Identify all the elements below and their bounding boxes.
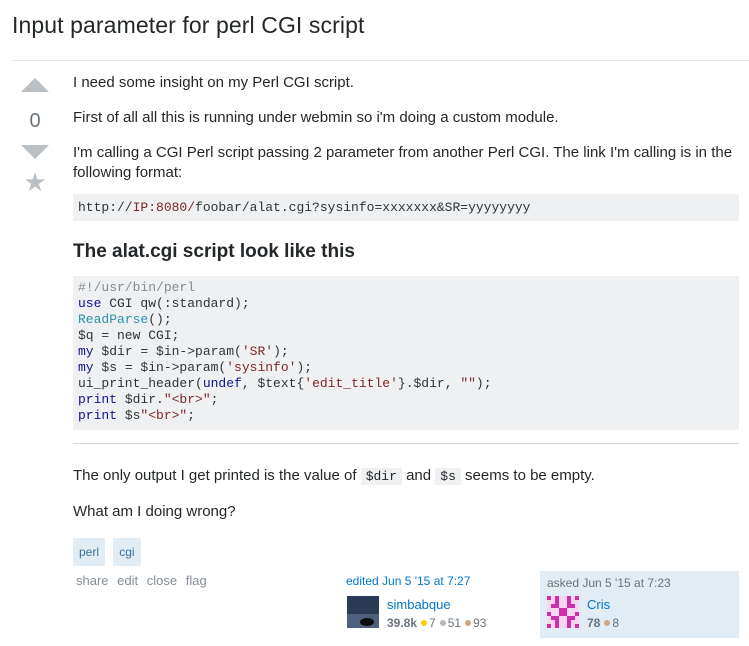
edit-link[interactable]: edit (117, 573, 138, 588)
asked-signature: asked Jun 5 '15 at 7:23 Cris 78 8 (540, 571, 739, 638)
body-paragraph: I'm calling a CGI Perl script passing 2 … (73, 144, 733, 181)
gold-badge-icon (421, 620, 428, 627)
upvote-arrow-icon[interactable] (21, 78, 49, 92)
vote-count: 0 (29, 110, 41, 132)
tag-perl[interactable]: perl (73, 538, 106, 566)
silver-badge-icon (439, 620, 446, 627)
bronze-badge-icon (465, 620, 472, 627)
body-paragraph: First of all all this is running under w… (73, 109, 559, 126)
tag-list: perl cgi (73, 538, 739, 566)
editor-avatar[interactable] (347, 596, 379, 628)
editor-name[interactable]: simbabque (387, 597, 451, 612)
editor-reputation: 39.8k 7 51 93 (387, 616, 487, 630)
asker-name[interactable]: Cris (587, 597, 610, 612)
edited-timestamp[interactable]: edited Jun 5 '15 at 7:27 (346, 574, 526, 588)
bronze-badge-icon (604, 620, 611, 627)
title-divider (12, 60, 749, 61)
post-menu: share edit close flag (76, 573, 212, 588)
question-title[interactable]: Input parameter for perl CGI script (12, 12, 364, 39)
body-paragraph: What am I doing wrong? (73, 503, 236, 520)
downvote-arrow-icon[interactable] (21, 145, 49, 159)
share-link[interactable]: share (76, 573, 109, 588)
question-body: I need some insight on my Perl CGI scrip… (73, 73, 739, 566)
body-paragraph: I need some insight on my Perl CGI scrip… (73, 74, 354, 91)
asker-avatar[interactable] (547, 596, 579, 628)
perl-code-block: #!/usr/bin/perl use CGI qw(:standard); R… (73, 276, 739, 430)
flag-link[interactable]: flag (186, 573, 207, 588)
vote-cell: 0 ★ (12, 72, 58, 195)
tag-cgi[interactable]: cgi (113, 538, 141, 566)
inline-code: $dir (360, 468, 402, 485)
inline-code: $s (435, 468, 461, 485)
close-link[interactable]: close (147, 573, 177, 588)
url-code-block: http://IP:8080/foobar/alat.cgi?sysinfo=x… (73, 194, 739, 221)
body-paragraph: The only output I get printed is the val… (73, 467, 595, 485)
body-heading: The alat.cgi script look like this (73, 241, 355, 262)
asker-reputation: 78 8 (587, 616, 620, 630)
asked-timestamp: asked Jun 5 '15 at 7:23 (547, 576, 671, 590)
edited-signature: edited Jun 5 '15 at 7:27 simbabque 39.8k… (346, 574, 526, 630)
body-divider (73, 443, 739, 444)
favorite-star-icon[interactable]: ★ (12, 169, 58, 195)
